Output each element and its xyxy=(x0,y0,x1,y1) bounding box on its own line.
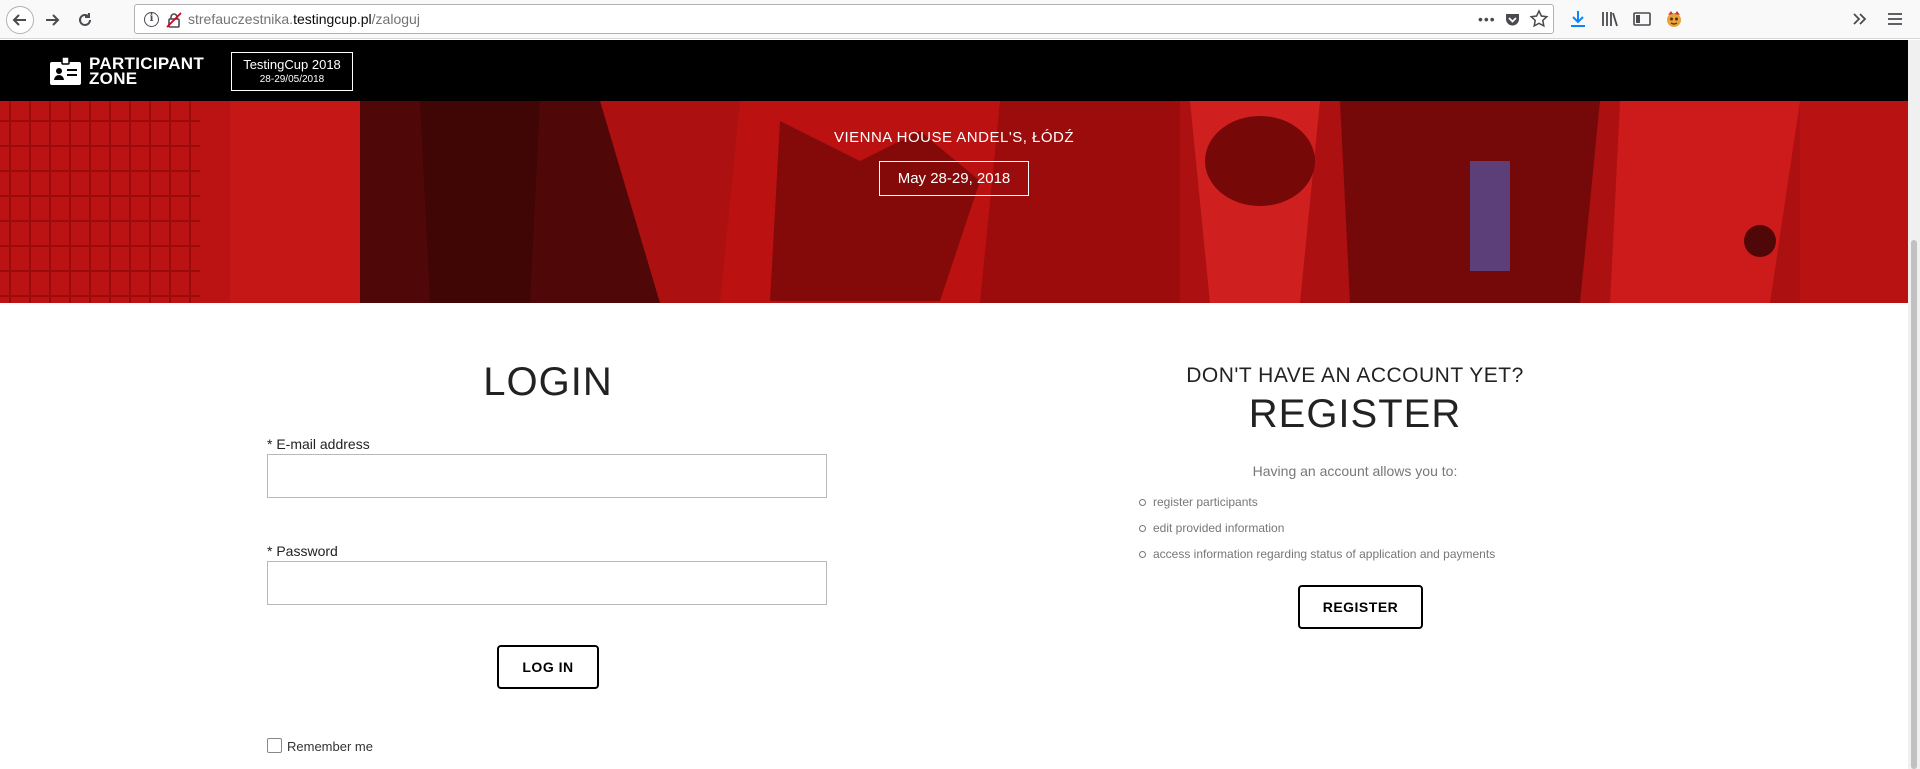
overflow-chevron-icon[interactable] xyxy=(1850,9,1870,29)
forward-button[interactable] xyxy=(38,6,66,34)
page-actions-button[interactable]: ••• xyxy=(1478,11,1496,27)
reload-icon xyxy=(79,13,91,26)
browser-toolbar: i strefauczestnika.testingcup.pl/zaloguj… xyxy=(0,0,1920,39)
password-label: * Password xyxy=(267,543,338,559)
bookmark-star-icon[interactable] xyxy=(1529,9,1549,29)
hero-venue: VIENNA HOUSE ANDEL'S, ŁÓDŹ xyxy=(833,129,1075,146)
email-field[interactable] xyxy=(267,454,827,498)
menu-icon[interactable] xyxy=(1885,9,1905,29)
bullet-icon xyxy=(1139,498,1146,506)
scrollbar-thumb[interactable] xyxy=(1911,240,1917,769)
list-item-text: access information regarding status of a… xyxy=(1153,547,1496,561)
insecure-lock-icon[interactable] xyxy=(165,11,183,29)
list-item-text: register participants xyxy=(1153,495,1258,509)
url-text[interactable]: strefauczestnika.testingcup.pl/zaloguj xyxy=(188,11,420,27)
library-icon[interactable] xyxy=(1600,9,1620,29)
info-icon[interactable]: i xyxy=(144,12,159,27)
remember-me[interactable]: Remember me xyxy=(267,736,373,754)
site-header: PARTICIPANT ZONE TestingCup 2018 28-29/0… xyxy=(0,40,1908,101)
register-benefits-list: register participants edit provided info… xyxy=(1139,489,1495,567)
arrow-left-icon xyxy=(12,14,26,26)
participant-zone-logo[interactable]: PARTICIPANT ZONE xyxy=(50,55,204,88)
bullet-icon xyxy=(1139,524,1146,532)
login-title: LOGIN xyxy=(483,360,613,404)
event-dates: 28-29/05/2018 xyxy=(259,74,325,85)
sidebar-icon[interactable] xyxy=(1632,9,1652,29)
register-intro: Having an account allows you to: xyxy=(1252,463,1458,479)
register-title: REGISTER xyxy=(1248,392,1462,436)
hero-banner: VIENNA HOUSE ANDEL'S, ŁÓDŹ May 28-29, 20… xyxy=(0,101,1908,303)
id-badge-icon xyxy=(50,57,81,85)
reload-button[interactable] xyxy=(71,6,99,34)
bullet-icon xyxy=(1139,550,1146,558)
url-prefix: strefauczestnika. xyxy=(188,11,294,27)
list-item: register participants xyxy=(1139,489,1495,515)
logo-text: PARTICIPANT ZONE xyxy=(89,55,204,88)
logo-line2: ZONE xyxy=(89,69,138,88)
remember-me-checkbox[interactable] xyxy=(267,737,282,753)
page-scrollbar[interactable] xyxy=(1908,40,1920,769)
log-in-button[interactable]: LOG IN xyxy=(497,645,599,689)
register-button[interactable]: REGISTER xyxy=(1298,585,1423,629)
email-label: * E-mail address xyxy=(267,436,370,452)
event-name: TestingCup 2018 xyxy=(243,57,341,72)
register-subtitle: DON'T HAVE AN ACCOUNT YET? xyxy=(1186,364,1524,387)
url-path: /zaloguj xyxy=(371,11,420,27)
hero-date-badge: May 28-29, 2018 xyxy=(879,161,1029,196)
remember-me-label: Remember me xyxy=(287,739,373,754)
url-domain: testingcup.pl xyxy=(293,11,372,27)
address-bar[interactable]: i strefauczestnika.testingcup.pl/zaloguj… xyxy=(134,4,1554,34)
arrow-right-icon xyxy=(46,14,60,26)
downloads-icon[interactable] xyxy=(1568,9,1588,29)
event-badge[interactable]: TestingCup 2018 28-29/05/2018 xyxy=(231,52,353,91)
list-item-text: edit provided information xyxy=(1153,521,1285,535)
list-item: access information regarding status of a… xyxy=(1139,541,1495,567)
list-item: edit provided information xyxy=(1139,515,1495,541)
password-field[interactable] xyxy=(267,561,827,605)
extension-icon[interactable] xyxy=(1664,9,1684,29)
pocket-icon[interactable] xyxy=(1504,11,1521,28)
back-button[interactable] xyxy=(6,6,34,34)
